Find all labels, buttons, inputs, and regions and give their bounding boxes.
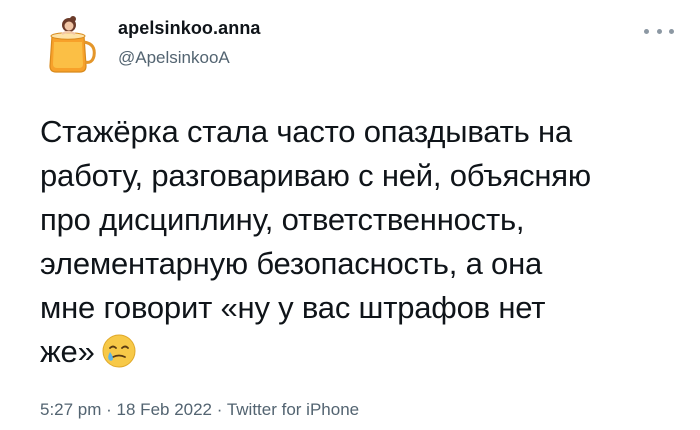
more-dots-icon bbox=[656, 28, 662, 34]
author-handle[interactable]: @ApelsinkooA bbox=[118, 48, 230, 68]
tweet-text-line: работу, разговариваю с ней, объясняю bbox=[40, 158, 591, 193]
tweet-card: apelsinkoo.anna @ApelsinkooA Стажёрка ст… bbox=[0, 0, 700, 430]
more-dots-icon bbox=[669, 28, 674, 34]
tweet-time[interactable]: 5:27 pm bbox=[40, 400, 101, 419]
crying-face-with-tear-emoji-icon bbox=[101, 333, 137, 369]
tweet-date[interactable]: 18 Feb 2022 bbox=[117, 400, 212, 419]
tweet-text-line: мне говорит «ну у вас штрафов нет bbox=[40, 290, 546, 325]
more-options-button[interactable] bbox=[644, 24, 674, 38]
tweet-text-last-line: же» bbox=[40, 330, 690, 374]
tweet-text-line: Стажёрка стала часто опаздывать на bbox=[40, 114, 572, 149]
author-name[interactable]: apelsinkoo.anna bbox=[118, 18, 261, 39]
tweet-text-line: элементарную безопасность, а она bbox=[40, 246, 543, 281]
tweet-source[interactable]: Twitter for iPhone bbox=[227, 400, 359, 419]
meta-separator: · bbox=[212, 400, 227, 419]
tweet-text-line: же» bbox=[40, 334, 95, 369]
avatar[interactable] bbox=[40, 14, 100, 76]
orange-juice-jug-avatar-icon bbox=[49, 16, 96, 73]
tweet-metadata: 5:27 pm · 18 Feb 2022 · Twitter for iPho… bbox=[40, 400, 359, 420]
meta-separator: · bbox=[101, 400, 117, 419]
more-dots-icon bbox=[644, 28, 649, 34]
tweet-text: Стажёрка стала часто опаздывать на работ… bbox=[40, 110, 690, 374]
tweet-text-line: про дисциплину, ответственность, bbox=[40, 202, 525, 237]
